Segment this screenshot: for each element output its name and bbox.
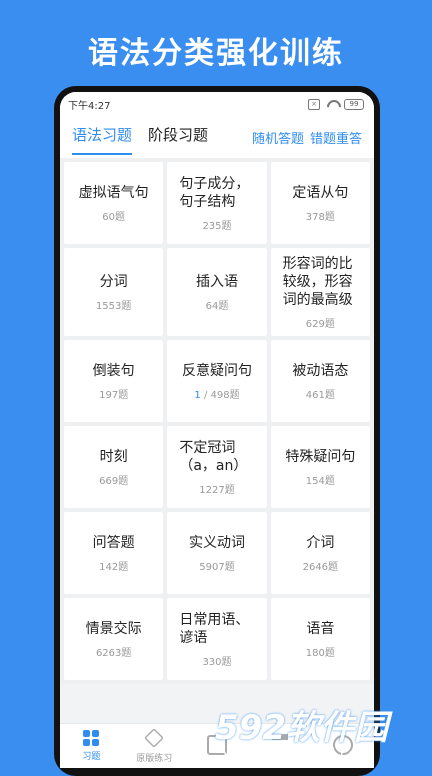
category-card[interactable]: 定语从句 378题 xyxy=(270,162,370,244)
category-grid: 虚拟语气句 60题 句子成分，句子结构 235题 定语从句 378题 分词 15… xyxy=(60,158,374,684)
category-title: 实义动词 xyxy=(188,534,245,551)
category-title: 时刻 xyxy=(99,448,128,465)
category-count: 378题 xyxy=(305,211,335,223)
category-count: 6263题 xyxy=(95,647,132,659)
category-title: 不定冠词（a，an） xyxy=(179,439,248,474)
category-card[interactable]: 不定冠词（a，an） 1227题 xyxy=(167,426,267,508)
nav-item-4[interactable] xyxy=(248,724,311,768)
category-title: 介词 xyxy=(306,534,335,551)
category-title: 被动语态 xyxy=(292,362,349,379)
category-card[interactable]: 特殊疑问句 154题 xyxy=(270,426,370,508)
category-count: 64题 xyxy=(205,300,229,312)
category-count: 235题 xyxy=(202,220,232,232)
no-sim-icon: × xyxy=(308,98,320,110)
category-card[interactable]: 问答题 142题 xyxy=(64,512,164,594)
box-icon xyxy=(206,734,227,755)
category-title: 虚拟语气句 xyxy=(78,184,149,201)
completed-count: 1 xyxy=(194,389,201,401)
category-title: 日常用语、谚语 xyxy=(179,611,250,646)
category-count: 1 / 498题 xyxy=(194,386,239,401)
category-title: 反意疑问句 xyxy=(181,362,252,379)
category-title: 定语从句 xyxy=(292,184,349,201)
category-count: 461题 xyxy=(305,389,335,401)
category-title: 特殊疑问句 xyxy=(285,448,356,465)
nav-label: 习题 xyxy=(82,752,101,762)
category-card[interactable]: 情景交际 6263题 xyxy=(64,598,164,680)
category-count: 1227题 xyxy=(199,484,235,496)
random-answer-button[interactable]: 随机答题 xyxy=(252,128,304,147)
category-count: 2646题 xyxy=(302,561,339,573)
status-time: 下午4:27 xyxy=(68,100,111,112)
total-count: / 498题 xyxy=(203,389,240,401)
category-title: 插入语 xyxy=(195,273,238,290)
category-card[interactable]: 被动语态 461题 xyxy=(270,340,370,422)
category-count: 142题 xyxy=(99,561,129,573)
status-bar: 下午4:27 × 99 xyxy=(60,92,374,116)
category-title: 倒装句 xyxy=(92,362,135,379)
hero-title: 语法分类强化训练 xyxy=(88,36,344,71)
category-card[interactable]: 形容词的比较级，形容词的最高级 629题 xyxy=(270,248,370,336)
nav-original-practice[interactable]: 原版练习 xyxy=(123,724,186,768)
category-card[interactable]: 实义动词 5907题 xyxy=(167,512,267,594)
tab-actions: 随机答题 错题重答 xyxy=(252,128,362,147)
status-icons: × 99 xyxy=(308,98,364,110)
category-title: 分词 xyxy=(99,273,128,290)
category-title: 问答题 xyxy=(92,534,135,551)
category-card[interactable]: 反意疑问句 1 / 498题 xyxy=(167,340,267,422)
category-card[interactable]: 句子成分，句子结构 235题 xyxy=(167,162,267,244)
category-title: 语音 xyxy=(306,620,335,637)
nav-exercises[interactable]: 习题 xyxy=(60,724,123,768)
category-title: 句子成分，句子结构 xyxy=(179,175,250,210)
category-card[interactable]: 分词 1553题 xyxy=(64,248,164,336)
category-title: 形容词的比较级，形容词的最高级 xyxy=(282,255,353,308)
wifi-icon xyxy=(326,100,338,108)
category-count: 60题 xyxy=(102,211,126,223)
category-card[interactable]: 日常用语、谚语 330题 xyxy=(167,598,267,680)
tab-grammar-exercises[interactable]: 语法习题 xyxy=(72,124,133,155)
category-count: 5907题 xyxy=(199,561,235,573)
category-count: 154题 xyxy=(305,475,335,487)
category-card[interactable]: 时刻 669题 xyxy=(64,426,164,508)
cap-icon xyxy=(271,733,288,756)
nav-label: 原版练习 xyxy=(136,754,173,764)
bottom-nav: 习题 原版练习 xyxy=(60,723,374,768)
category-count: 669题 xyxy=(99,475,129,487)
category-card[interactable]: 语音 180题 xyxy=(270,598,370,680)
tab-bar: 语法习题 阶段习题 随机答题 错题重答 xyxy=(60,116,374,158)
category-card[interactable]: 插入语 64题 xyxy=(167,248,267,336)
category-card[interactable]: 倒装句 197题 xyxy=(64,340,164,422)
category-count: 629题 xyxy=(305,318,335,330)
category-count: 197题 xyxy=(99,389,129,401)
category-title: 情景交际 xyxy=(85,620,142,637)
tab-stage-exercises[interactable]: 阶段习题 xyxy=(148,124,208,151)
app-screen: 下午4:27 × 99 语法习题 阶段习题 随机答题 错题重答 虚拟语气句 60… xyxy=(60,92,374,768)
category-card[interactable]: 介词 2646题 xyxy=(270,512,370,594)
battery-icon: 99 xyxy=(344,98,364,110)
nav-item-5[interactable] xyxy=(311,724,374,768)
category-count: 180题 xyxy=(305,647,335,659)
grid-icon xyxy=(83,730,100,746)
category-card[interactable]: 虚拟语气句 60题 xyxy=(64,162,164,244)
category-count: 1553题 xyxy=(95,300,132,312)
user-icon xyxy=(332,734,353,755)
nav-item-3[interactable] xyxy=(186,724,249,768)
wrong-retry-button[interactable]: 错题重答 xyxy=(310,128,362,147)
category-count: 330题 xyxy=(202,656,232,668)
layers-icon xyxy=(144,728,165,748)
